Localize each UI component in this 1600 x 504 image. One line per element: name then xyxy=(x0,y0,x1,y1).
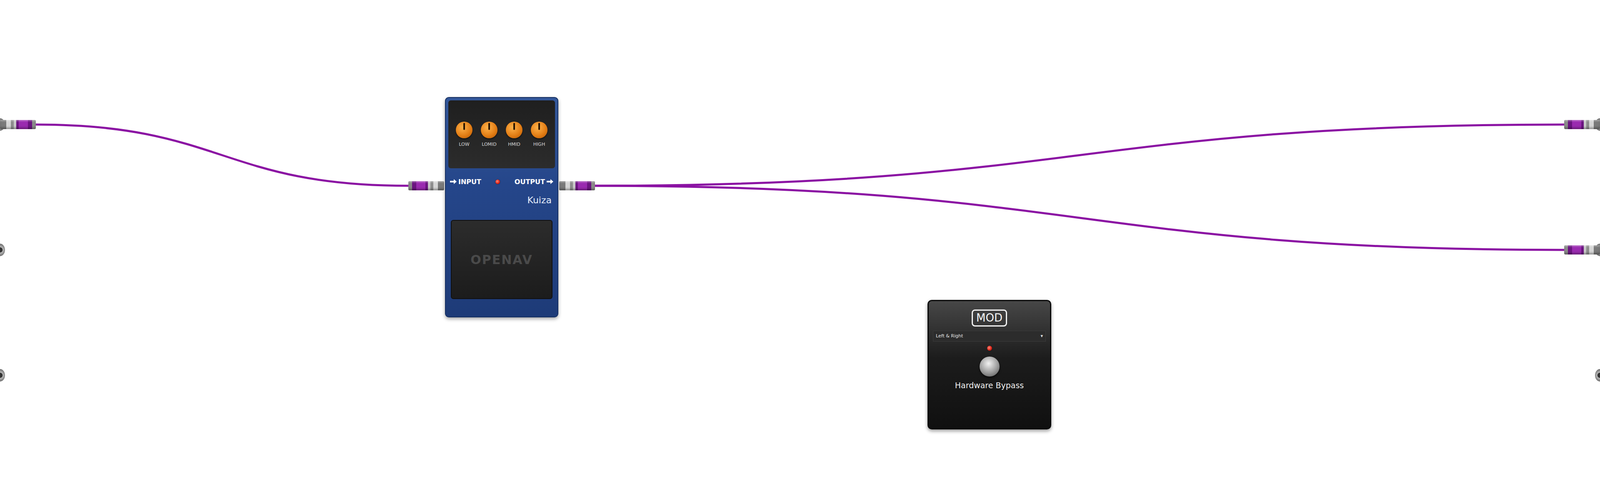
kuiza-pedal[interactable]: LOW LOMID HMID HIGH INPUT OUTPUT Kuiza OPENAV xyxy=(445,97,559,318)
bypass-footswitch[interactable] xyxy=(979,356,1000,377)
pedal-brand: OPENAV xyxy=(470,252,533,268)
cable-plug[interactable] xyxy=(0,120,36,130)
knob[interactable] xyxy=(530,121,548,139)
cable-plug[interactable] xyxy=(1564,120,1600,130)
knob-label: HMID xyxy=(507,141,520,148)
cable-plug[interactable] xyxy=(408,181,445,191)
cable[interactable] xyxy=(595,185,1565,250)
cable-layer xyxy=(0,0,1600,504)
hardware-bypass[interactable]: MOD Left & Right ▾ Hardware Bypass xyxy=(927,300,1052,430)
knob-control: LOMID xyxy=(480,121,498,148)
cable[interactable] xyxy=(595,124,1565,186)
pedalboard-canvas: LOW LOMID HMID HIGH INPUT OUTPUT Kuiza OPENAV MO… xyxy=(0,0,1600,504)
bypass-label: Hardware Bypass xyxy=(955,380,1025,390)
knob-control: LOW xyxy=(455,121,473,148)
knob-control: HIGH xyxy=(530,121,548,148)
dropdown-value: Left & Right xyxy=(935,333,963,339)
knob[interactable] xyxy=(455,121,473,139)
port-row: INPUT OUTPUT xyxy=(448,168,555,195)
bypass-led xyxy=(987,345,993,351)
knob-label: LOMID xyxy=(481,141,497,148)
cable-plug[interactable] xyxy=(559,181,595,191)
channel-dropdown[interactable]: Left & Right ▾ xyxy=(932,330,1046,342)
knob[interactable] xyxy=(480,121,498,139)
output-label: OUTPUT xyxy=(514,177,554,186)
input-label: INPUT xyxy=(450,177,482,186)
system-input-jack[interactable] xyxy=(0,369,5,382)
system-output-jack[interactable] xyxy=(1595,369,1600,382)
pedal-name: Kuiza xyxy=(448,195,555,208)
knob-label: LOW xyxy=(458,141,470,148)
mod-logo: MOD xyxy=(971,309,1008,327)
arrow-icon xyxy=(450,178,457,185)
knob-control: HMID xyxy=(505,121,523,148)
cable[interactable] xyxy=(35,124,409,186)
dropdown-arrow: ▾ xyxy=(1040,333,1043,339)
pedal-led xyxy=(495,179,500,185)
system-input-jack[interactable] xyxy=(0,243,5,257)
arrow-icon xyxy=(546,178,554,185)
cable-plug[interactable] xyxy=(1564,245,1600,255)
knob-panel: LOW LOMID HMID HIGH xyxy=(448,100,555,169)
knob[interactable] xyxy=(505,121,523,139)
knob-label: HIGH xyxy=(533,141,545,148)
pedal-footswitch[interactable]: OPENAV xyxy=(450,220,553,300)
